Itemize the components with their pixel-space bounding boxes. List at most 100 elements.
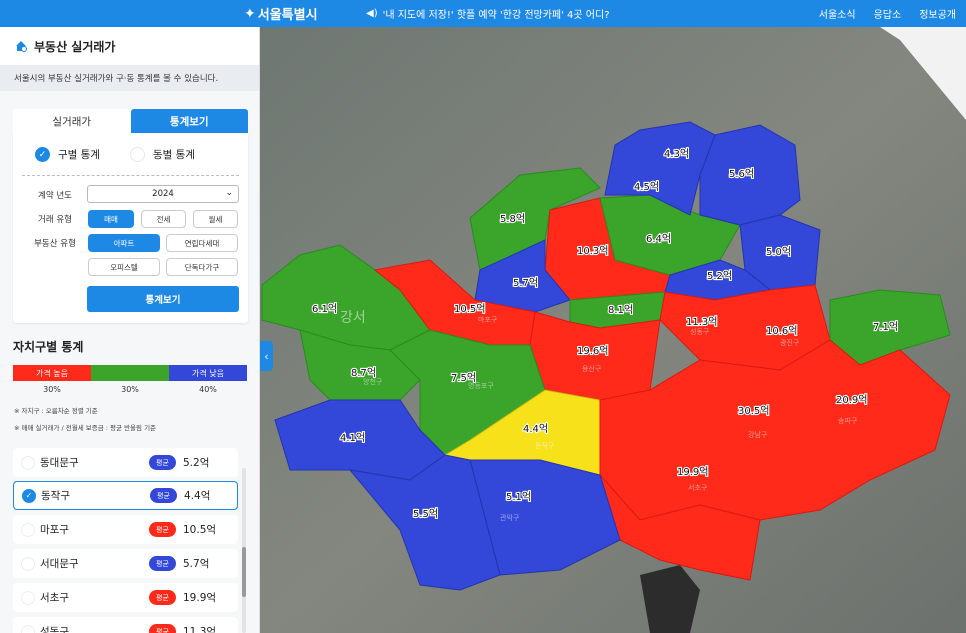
avg-badge: 평균	[150, 488, 177, 503]
year-value: 2024	[152, 189, 174, 199]
district-name: 서대문구	[40, 558, 79, 570]
top-bar: ✦ 서울특별시 ◀) '내 지도에 저장!' 핫플 예약 '한강 전망카페' 4…	[0, 0, 966, 27]
place-label: 용산구	[582, 364, 602, 373]
map-view[interactable]: 강서 마포구 용산구 서초구 강남구 송파구 동작구 영등포구 양천구 관악구 …	[260, 27, 966, 633]
price-label: 5.5억	[413, 508, 438, 520]
radio-empty-icon	[129, 147, 145, 162]
deal-monthly-button[interactable]: 월세	[193, 210, 238, 228]
notice-text: '내 지도에 저장!' 핫플 예약 '한강 전망카페' 4곳 어디?	[382, 10, 610, 21]
list-item[interactable]: 동대문구 평균 5.2억	[13, 448, 238, 477]
list-item[interactable]: 서초구 평균 19.9억	[13, 583, 238, 612]
deal-jeonse-button[interactable]: 전세	[141, 210, 186, 228]
list-item-selected[interactable]: ✓ 동작구 평균 4.4억	[13, 481, 238, 510]
price-label: 10.3억	[577, 245, 608, 257]
avg-badge: 평균	[149, 522, 176, 537]
radio-empty-icon	[21, 522, 35, 537]
radio-empty-icon	[21, 455, 35, 470]
place-label: 동작구	[535, 441, 555, 450]
price-label: 10.5억	[454, 303, 485, 315]
district-name: 서초구	[40, 592, 69, 604]
district-name: 성동구	[40, 626, 69, 633]
list-item[interactable]: 성동구 평균 11.3억	[13, 617, 238, 633]
price-label: 4.5억	[634, 181, 659, 193]
price-label: 4.4억	[523, 423, 548, 435]
price-label: 10.6억	[766, 325, 797, 337]
district-name: 마포구	[40, 524, 69, 536]
filter-panel: ✓ 구별 통계 동별 통계 계약 년도 2024 ⌄ 거래 유형 매매 전세 월…	[13, 133, 248, 323]
note-sort: ※ 자치구 : 오름차순 정렬 기준	[14, 407, 98, 415]
list-scrollbar-thumb[interactable]	[242, 547, 246, 597]
nav-response[interactable]: 응답소	[874, 6, 902, 21]
tab-statistics[interactable]: 통계보기	[130, 109, 248, 133]
radio-empty-icon	[21, 590, 35, 605]
price-label: 30.5억	[738, 405, 769, 417]
legend-low: 가격 낮음	[169, 365, 247, 381]
collapse-sidebar-button[interactable]: ‹	[260, 341, 273, 371]
district-price: 19.9억	[183, 592, 217, 604]
type-rowhouse-button[interactable]: 연립다세대	[166, 234, 238, 252]
stat-mode-radios: ✓ 구별 통계 동별 통계	[35, 147, 195, 162]
price-label: 8.1억	[608, 304, 633, 316]
price-label: 5.7억	[513, 277, 538, 289]
place-label: 서초구	[688, 483, 708, 492]
property-type-label: 부동산 유형	[34, 239, 76, 249]
district-price: 4.4억	[184, 490, 211, 502]
chevron-left-icon: ‹	[264, 349, 269, 363]
price-label: 6.4억	[646, 233, 671, 245]
radio-empty-icon	[21, 556, 35, 571]
list-item[interactable]: 서대문구 평균 5.7억	[13, 549, 238, 578]
stats-title: 자치구별 통계	[13, 340, 84, 354]
price-legend: 가격 높음 가격 낮음	[13, 365, 247, 381]
sidebar-header: 부동산 실거래가	[0, 27, 259, 65]
price-label: 19.9억	[677, 466, 708, 478]
tab-bar: 실거래가 통계보기	[13, 109, 248, 133]
seoul-logo-icon: ✦	[244, 5, 256, 22]
sidebar: 부동산 실거래가 서울시의 부동산 실거래가와 구·동 통계를 볼 수 있습니다…	[0, 27, 260, 633]
house-icon	[16, 41, 27, 52]
price-label: 5.0억	[766, 246, 791, 258]
place-label: 광진구	[780, 338, 800, 347]
type-apartment-button[interactable]: 아파트	[88, 234, 160, 252]
radio-dong[interactable]: 동별 통계	[129, 147, 195, 162]
divider	[22, 175, 239, 176]
price-label: 8.7억	[351, 367, 376, 379]
place-label: 강남구	[748, 430, 768, 439]
list-item[interactable]: 마포구 평균 10.5억	[13, 515, 238, 544]
notice-banner[interactable]: ◀) '내 지도에 저장!' 핫플 예약 '한강 전망카페' 4곳 어디?	[366, 6, 610, 21]
check-icon: ✓	[35, 147, 50, 162]
legend-mid	[91, 365, 169, 381]
tab-transactions[interactable]: 실거래가	[13, 109, 131, 133]
place-label: 송파구	[838, 416, 858, 425]
year-select[interactable]: 2024 ⌄	[87, 185, 239, 203]
seoul-logo[interactable]: ✦ 서울특별시	[244, 4, 318, 24]
radio-district[interactable]: ✓ 구별 통계	[35, 147, 100, 162]
price-label: 6.1억	[312, 303, 337, 315]
price-label: 5.8억	[500, 213, 525, 225]
place-label: 강서	[340, 310, 366, 326]
district-map: 강서 마포구 용산구 서초구 강남구 송파구 동작구 영등포구 양천구 관악구 …	[260, 27, 966, 633]
district-price: 10.5억	[183, 524, 217, 536]
legend-pct-low: 40%	[199, 385, 217, 394]
price-label: 7.5억	[451, 372, 476, 384]
avg-badge: 평균	[149, 590, 176, 605]
price-label: 4.1억	[340, 432, 365, 444]
place-label: 마포구	[478, 315, 498, 324]
type-officetel-button[interactable]: 오피스텔	[88, 258, 160, 276]
sidebar-description: 서울시의 부동산 실거래가와 구·동 통계를 볼 수 있습니다.	[0, 65, 259, 91]
view-stats-button[interactable]: 통계보기	[87, 286, 239, 312]
chevron-down-icon: ⌄	[225, 188, 233, 198]
price-label: 5.6억	[729, 168, 754, 180]
deal-type-label: 거래 유형	[38, 215, 72, 225]
legend-percentages: 30% 30% 40%	[13, 385, 247, 394]
district-name: 동작구	[41, 490, 70, 502]
nav-news[interactable]: 서울소식	[819, 6, 856, 21]
radio-district-label: 구별 통계	[58, 149, 100, 161]
check-icon: ✓	[22, 488, 36, 503]
nav-disclosure[interactable]: 정보공개	[919, 6, 956, 21]
avg-badge: 평균	[149, 624, 176, 633]
price-label: 7.1억	[873, 321, 898, 333]
avg-badge: 평균	[149, 556, 176, 571]
type-detached-button[interactable]: 단독다가구	[166, 258, 238, 276]
deal-sale-button[interactable]: 매매	[88, 210, 134, 228]
price-label: 11.3억	[686, 316, 717, 328]
